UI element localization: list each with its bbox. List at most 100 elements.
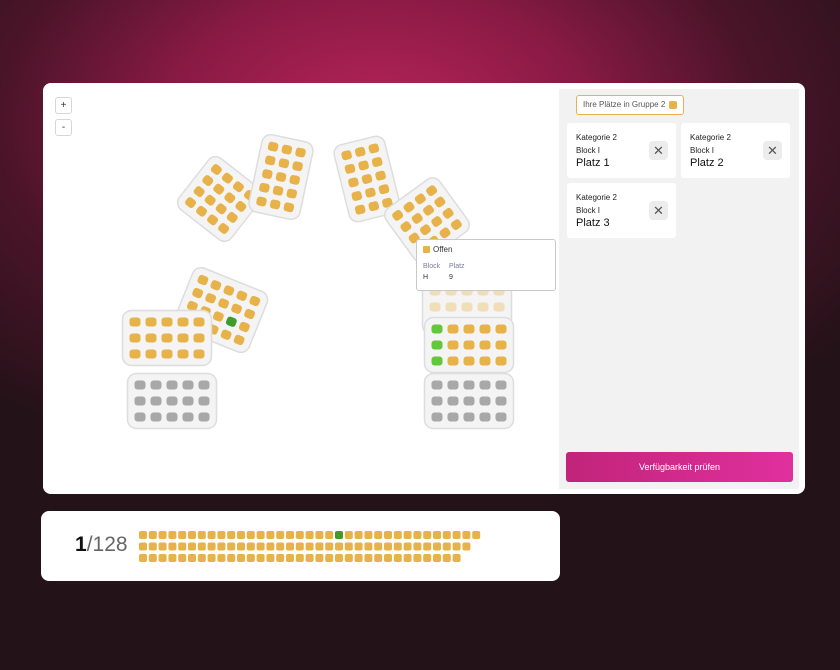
- seat[interactable]: [198, 396, 210, 406]
- seat[interactable]: [493, 302, 505, 312]
- seat[interactable]: [145, 349, 157, 359]
- seat[interactable]: [177, 333, 189, 343]
- strip-seat: [188, 542, 196, 551]
- seat[interactable]: [479, 340, 491, 350]
- strip-seat: [178, 542, 187, 551]
- seat[interactable]: [150, 380, 162, 390]
- seat[interactable]: [447, 412, 459, 422]
- seat[interactable]: [463, 324, 475, 334]
- seat[interactable]: [431, 324, 443, 334]
- seat[interactable]: [463, 396, 475, 406]
- strip-seat: [237, 554, 245, 562]
- strip-seat: [295, 531, 304, 539]
- seat[interactable]: [479, 324, 491, 334]
- seat-section[interactable]: [126, 372, 218, 430]
- seat[interactable]: [495, 380, 507, 390]
- seat[interactable]: [198, 412, 210, 422]
- seat[interactable]: [134, 412, 146, 422]
- seat[interactable]: [177, 349, 189, 359]
- strip-seat: [237, 531, 245, 539]
- seat[interactable]: [463, 340, 475, 350]
- seat[interactable]: [129, 349, 141, 359]
- check-availability-button[interactable]: Verfügbarkeit prüfen: [566, 452, 793, 482]
- strip-seat: [344, 531, 353, 539]
- strip-seat: [295, 554, 304, 562]
- close-icon[interactable]: ✕: [649, 201, 668, 220]
- seat[interactable]: [134, 396, 146, 406]
- seat[interactable]: [495, 396, 507, 406]
- seat[interactable]: [145, 333, 157, 343]
- seat[interactable]: [166, 396, 178, 406]
- seat[interactable]: [431, 412, 443, 422]
- seat-category: Kategorie 2: [576, 133, 617, 142]
- seat[interactable]: [447, 324, 459, 334]
- seat[interactable]: [495, 412, 507, 422]
- seat[interactable]: [431, 380, 443, 390]
- strip-seat: [442, 531, 451, 539]
- seat[interactable]: [177, 317, 189, 327]
- seat-section[interactable]: [247, 133, 314, 221]
- strip-seat: [374, 554, 383, 562]
- seat[interactable]: [161, 349, 173, 359]
- seat[interactable]: [495, 324, 507, 334]
- seat[interactable]: [463, 356, 475, 366]
- seat[interactable]: [431, 356, 443, 366]
- seat[interactable]: [182, 380, 194, 390]
- strip-seat: [158, 554, 167, 562]
- seat[interactable]: [166, 380, 178, 390]
- seat[interactable]: [161, 333, 173, 343]
- seat[interactable]: [198, 380, 210, 390]
- seat[interactable]: [447, 356, 459, 366]
- seat[interactable]: [145, 317, 157, 327]
- seat[interactable]: [431, 340, 443, 350]
- seat[interactable]: [134, 380, 146, 390]
- seat-block: Block I: [576, 146, 601, 155]
- strip-seat: [325, 554, 334, 562]
- strip-seat: [423, 554, 432, 562]
- seat[interactable]: [182, 396, 194, 406]
- seat[interactable]: [479, 380, 491, 390]
- strip-seat: [158, 531, 167, 539]
- seat[interactable]: [445, 302, 457, 312]
- seat[interactable]: [479, 412, 491, 422]
- seat[interactable]: [495, 340, 507, 350]
- seat[interactable]: [495, 356, 507, 366]
- seat[interactable]: [431, 396, 443, 406]
- seat-value: 9: [449, 274, 453, 281]
- close-icon[interactable]: ✕: [649, 141, 668, 160]
- seat[interactable]: [193, 317, 205, 327]
- strip-seat: [384, 531, 392, 539]
- seat[interactable]: [479, 396, 491, 406]
- seat[interactable]: [166, 412, 178, 422]
- strip-seat: [393, 554, 402, 562]
- seat[interactable]: [150, 412, 162, 422]
- seat[interactable]: [429, 302, 441, 312]
- seat[interactable]: [447, 396, 459, 406]
- seat[interactable]: [161, 317, 173, 327]
- seat[interactable]: [193, 349, 205, 359]
- seat-section[interactable]: [423, 316, 515, 374]
- group-label: Ihre Plätze in Gruppe 2: [583, 100, 666, 109]
- seat-map[interactable]: + - Offen Block Platz H 9: [43, 83, 559, 494]
- seat[interactable]: [129, 317, 141, 327]
- strip-seat: [325, 531, 334, 539]
- seat[interactable]: [182, 412, 194, 422]
- seat[interactable]: [463, 412, 475, 422]
- seat[interactable]: [447, 340, 459, 350]
- seat[interactable]: [193, 333, 205, 343]
- seat-section[interactable]: [423, 372, 515, 430]
- seat[interactable]: [129, 333, 141, 343]
- strip-seat: [442, 542, 451, 551]
- seat-section[interactable]: [121, 309, 213, 367]
- seat[interactable]: [463, 380, 475, 390]
- seat[interactable]: [150, 396, 162, 406]
- seat[interactable]: [447, 380, 459, 390]
- seat[interactable]: [479, 356, 491, 366]
- seat[interactable]: [477, 302, 489, 312]
- status-swatch: [423, 246, 430, 253]
- seat-count: 1/128: [75, 533, 128, 557]
- strip-seat: [433, 554, 441, 562]
- strip-seat: [266, 542, 275, 551]
- seat[interactable]: [461, 302, 473, 312]
- close-icon[interactable]: ✕: [763, 141, 782, 160]
